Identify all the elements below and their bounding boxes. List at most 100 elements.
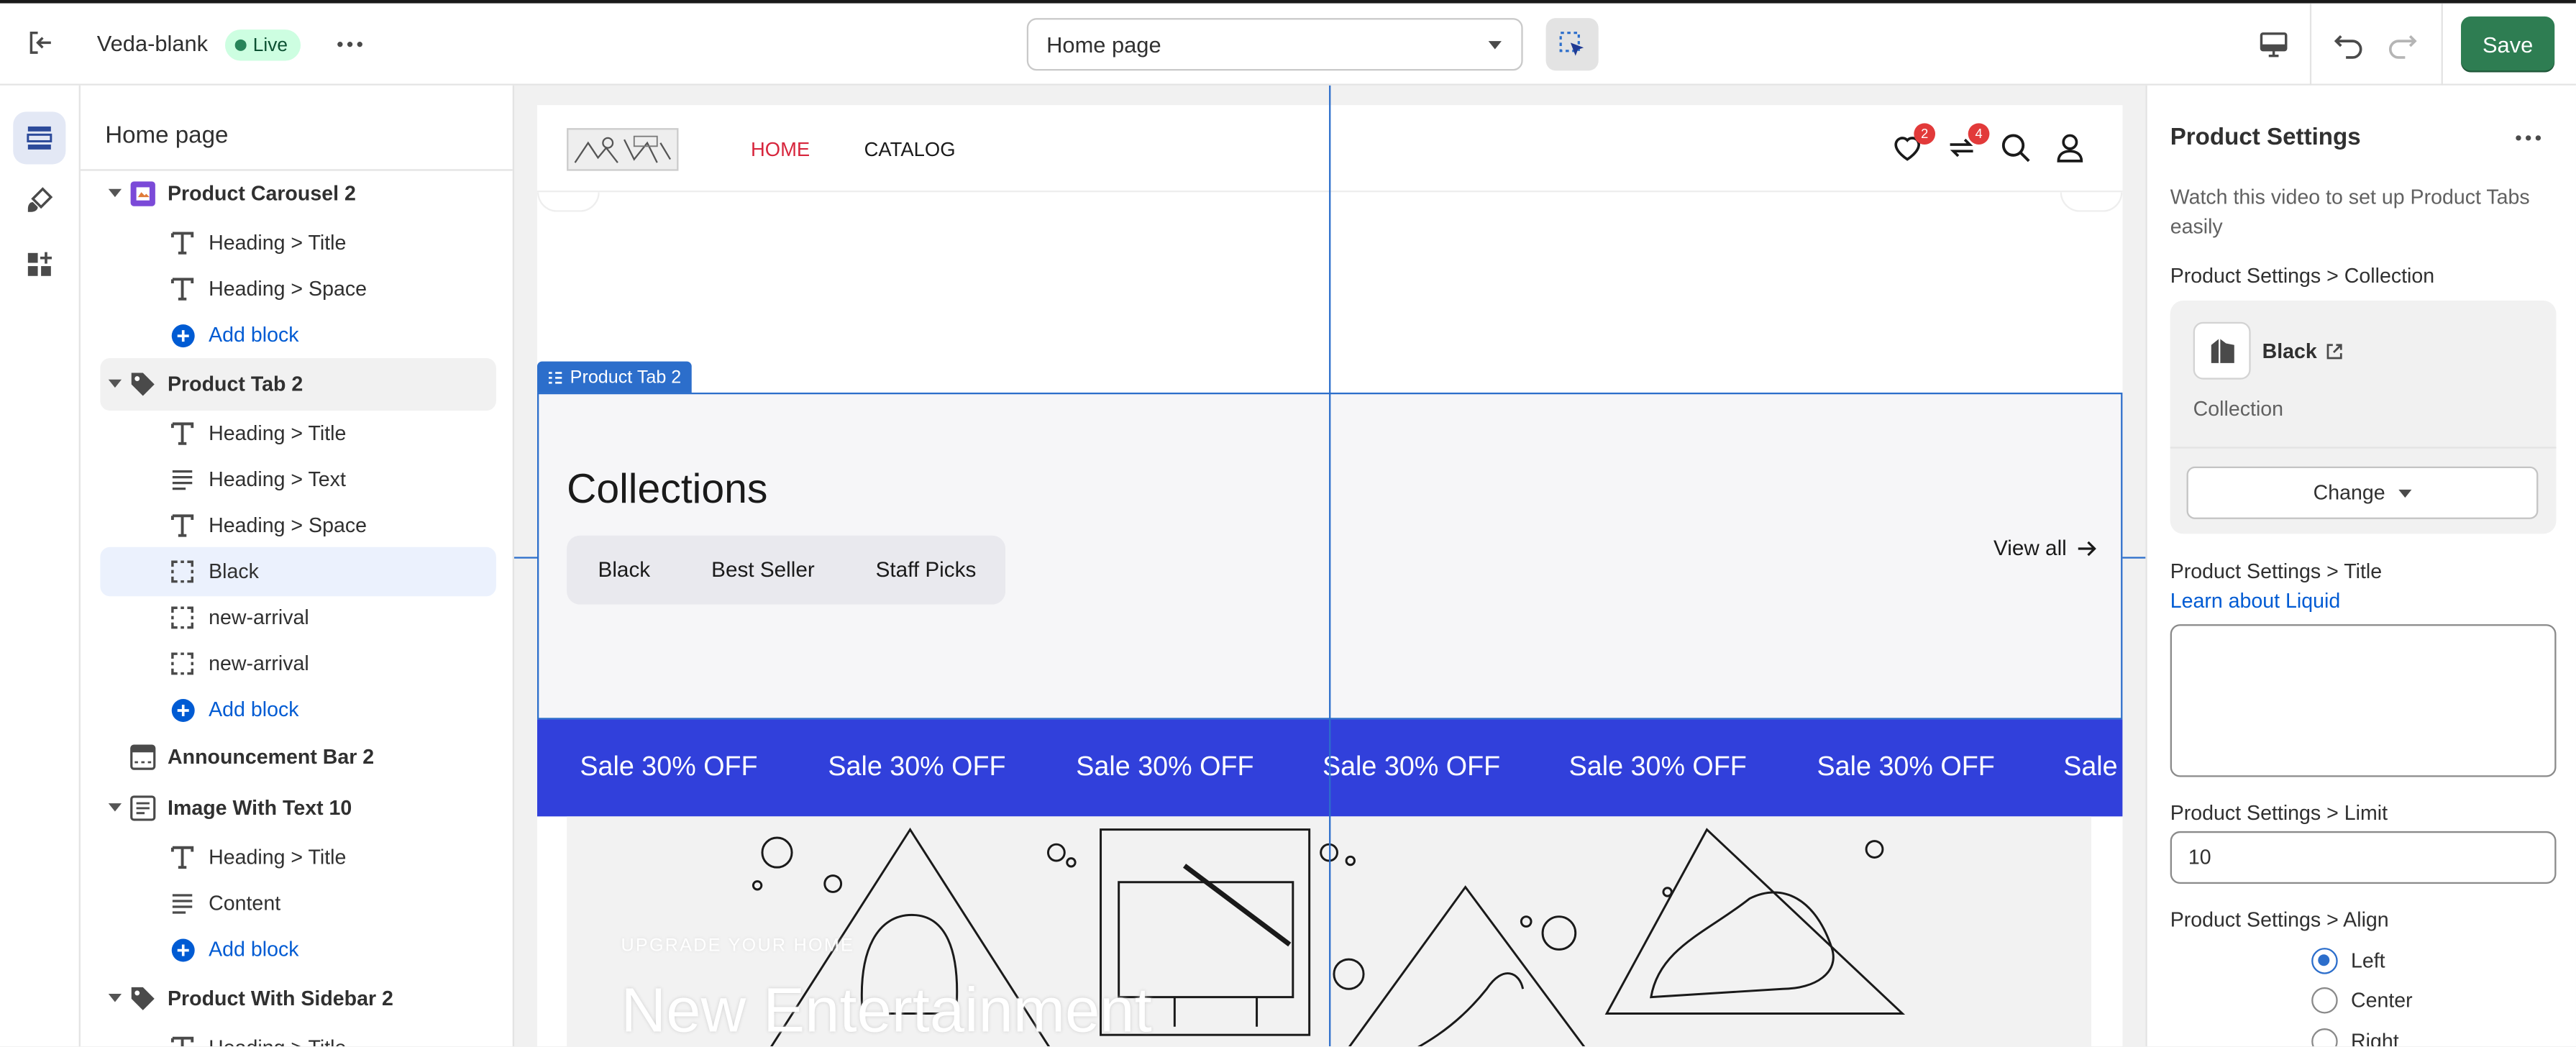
align-option-left[interactable]: Left xyxy=(2351,949,2385,972)
change-button-label: Change xyxy=(2313,481,2385,505)
tree-block[interactable]: Heading > Space xyxy=(100,265,496,314)
text-icon xyxy=(168,274,197,303)
tree-section-product-with-sidebar-2[interactable]: Product With Sidebar 2 xyxy=(100,974,496,1024)
tree-block[interactable]: Heading > Space xyxy=(100,501,496,551)
add-block-button[interactable]: Add block xyxy=(100,685,496,735)
chevron-down-icon xyxy=(2398,488,2412,498)
chevron-down-icon[interactable] xyxy=(108,379,122,388)
sections-tab[interactable] xyxy=(13,111,66,165)
collection-type: Collection xyxy=(2193,397,2284,421)
tree-block[interactable]: Heading > Title xyxy=(100,833,496,882)
wishlist-count-badge: 2 xyxy=(1914,123,1936,145)
tree-item-label: Black xyxy=(209,559,259,583)
align-radio-center[interactable] xyxy=(2311,987,2338,1014)
save-button[interactable]: Save xyxy=(2461,16,2555,73)
undo-icon[interactable] xyxy=(2324,19,2374,69)
align-option-right[interactable]: Right xyxy=(2351,1030,2399,1046)
select-cursor-icon xyxy=(1559,32,1584,56)
compare-icon[interactable]: 4 xyxy=(1945,123,1990,168)
change-collection-button[interactable]: Change xyxy=(2186,466,2539,519)
tree-block[interactable]: Heading > Title xyxy=(100,219,496,268)
theme-settings-tab[interactable] xyxy=(13,174,65,227)
tree-item-label: Heading > Space xyxy=(209,514,367,537)
tab-staff-picks[interactable]: Staff Picks xyxy=(876,557,977,581)
learn-liquid-link[interactable]: Learn about Liquid xyxy=(2170,590,2341,613)
tree-block[interactable]: Heading > Title xyxy=(100,1023,496,1047)
exit-icon[interactable] xyxy=(17,18,66,68)
tree-block[interactable]: new-arrival xyxy=(100,639,496,689)
text-icon xyxy=(168,843,197,872)
preview-canvas: HOME CATALOG 2 4 Product Tab 2 Collectio… xyxy=(514,85,2146,1047)
align-radio-left[interactable] xyxy=(2311,948,2338,974)
page-select[interactable]: Home page xyxy=(1026,18,1523,71)
tree-item-label: new-arrival xyxy=(209,651,309,675)
account-icon[interactable] xyxy=(2054,132,2090,168)
tree-item-label: Heading > Title xyxy=(209,1036,346,1046)
store-logo[interactable] xyxy=(567,128,679,171)
collection-tabs: Black Best Seller Staff Picks xyxy=(567,535,1006,605)
section-tag[interactable]: Product Tab 2 xyxy=(536,361,692,393)
tree-section-image-with-text-10[interactable]: Image With Text 10 xyxy=(100,784,496,833)
chevron-down-icon xyxy=(1488,41,1502,50)
carousel-prev-edge xyxy=(536,192,600,212)
tree-block[interactable]: new-arrival xyxy=(100,593,496,643)
tree-item-label: Announcement Bar 2 xyxy=(168,746,375,769)
status-badge: Live xyxy=(224,29,301,61)
wishlist-icon[interactable]: 2 xyxy=(1891,123,1936,168)
tree-item-label: Add block xyxy=(209,324,299,347)
status-dot-icon xyxy=(234,39,247,51)
tree-block[interactable]: Heading > Text xyxy=(100,455,496,505)
tree-block-selected[interactable]: Black xyxy=(100,547,496,597)
align-option-center[interactable]: Center xyxy=(2351,989,2413,1012)
search-icon[interactable] xyxy=(1999,132,2035,168)
chevron-down-icon[interactable] xyxy=(108,188,122,198)
add-block-button[interactable]: Add block xyxy=(100,311,496,360)
add-block-button[interactable]: Add block xyxy=(100,925,496,974)
tree-block[interactable]: Content xyxy=(100,879,496,928)
banner-heading: New Entertainment xyxy=(621,977,1152,1047)
dashed-frame-icon xyxy=(168,649,197,678)
theme-editor: Veda-blank Live Home page Save Home page… xyxy=(0,0,2576,1047)
chevron-down-icon[interactable] xyxy=(108,994,122,1002)
inspector-toggle[interactable] xyxy=(1545,18,1599,71)
redo-icon[interactable] xyxy=(2378,19,2427,69)
tree-section-product-tab-2[interactable]: Product Tab 2 xyxy=(100,357,496,411)
tree-section-announcement-bar-2[interactable]: Announcement Bar 2 xyxy=(100,733,496,782)
more-actions-icon[interactable] xyxy=(327,22,373,68)
collection-icon xyxy=(2210,337,2234,362)
alignment-guide xyxy=(2122,557,2146,559)
limit-input[interactable]: 10 xyxy=(2170,831,2557,884)
more-options-icon[interactable] xyxy=(2515,127,2554,150)
title-textarea[interactable] xyxy=(2170,624,2557,777)
tab-black[interactable]: Black xyxy=(598,557,651,581)
apps-tab[interactable] xyxy=(13,238,65,291)
arrow-right-icon xyxy=(2078,540,2096,556)
announcement-text: Sale 30% OFF xyxy=(1817,752,1995,782)
tree-item-label: Add block xyxy=(209,938,299,961)
tree-item-label: Heading > Space xyxy=(209,278,367,301)
tab-best-seller[interactable]: Best Seller xyxy=(711,557,815,581)
panel-title: Home page xyxy=(105,123,229,150)
nav-link-catalog[interactable]: CATALOG xyxy=(864,138,956,161)
announcement-icon xyxy=(128,743,157,772)
collection-label: Product Settings > Collection xyxy=(2170,264,2435,288)
alignment-guide xyxy=(1329,85,1331,1047)
view-all-link[interactable]: View all xyxy=(1993,536,2096,560)
apps-icon xyxy=(27,252,52,276)
banner-kicker: UPGRADE YOUR HOME xyxy=(621,936,855,956)
tree-item-label: new-arrival xyxy=(209,605,309,629)
nav-link-home[interactable]: HOME xyxy=(751,138,810,161)
tree-block[interactable]: Heading > Title xyxy=(100,409,496,459)
tree-section-product-carousel-2[interactable]: Product Carousel 2 xyxy=(100,169,496,219)
chevron-down-icon[interactable] xyxy=(108,803,122,812)
sections-icon xyxy=(27,126,52,150)
tree-item-label: Heading > Title xyxy=(209,422,347,446)
tag-icon xyxy=(128,984,157,1013)
collection-thumbnail xyxy=(2193,321,2251,380)
tree-item-label: Add block xyxy=(209,698,299,721)
align-radio-right[interactable] xyxy=(2311,1028,2338,1047)
collection-link[interactable]: Black xyxy=(2262,340,2344,363)
desktop-preview-icon[interactable] xyxy=(2249,19,2298,69)
page-select-value: Home page xyxy=(1046,32,1161,57)
tree-item-label: Heading > Title xyxy=(209,846,347,869)
